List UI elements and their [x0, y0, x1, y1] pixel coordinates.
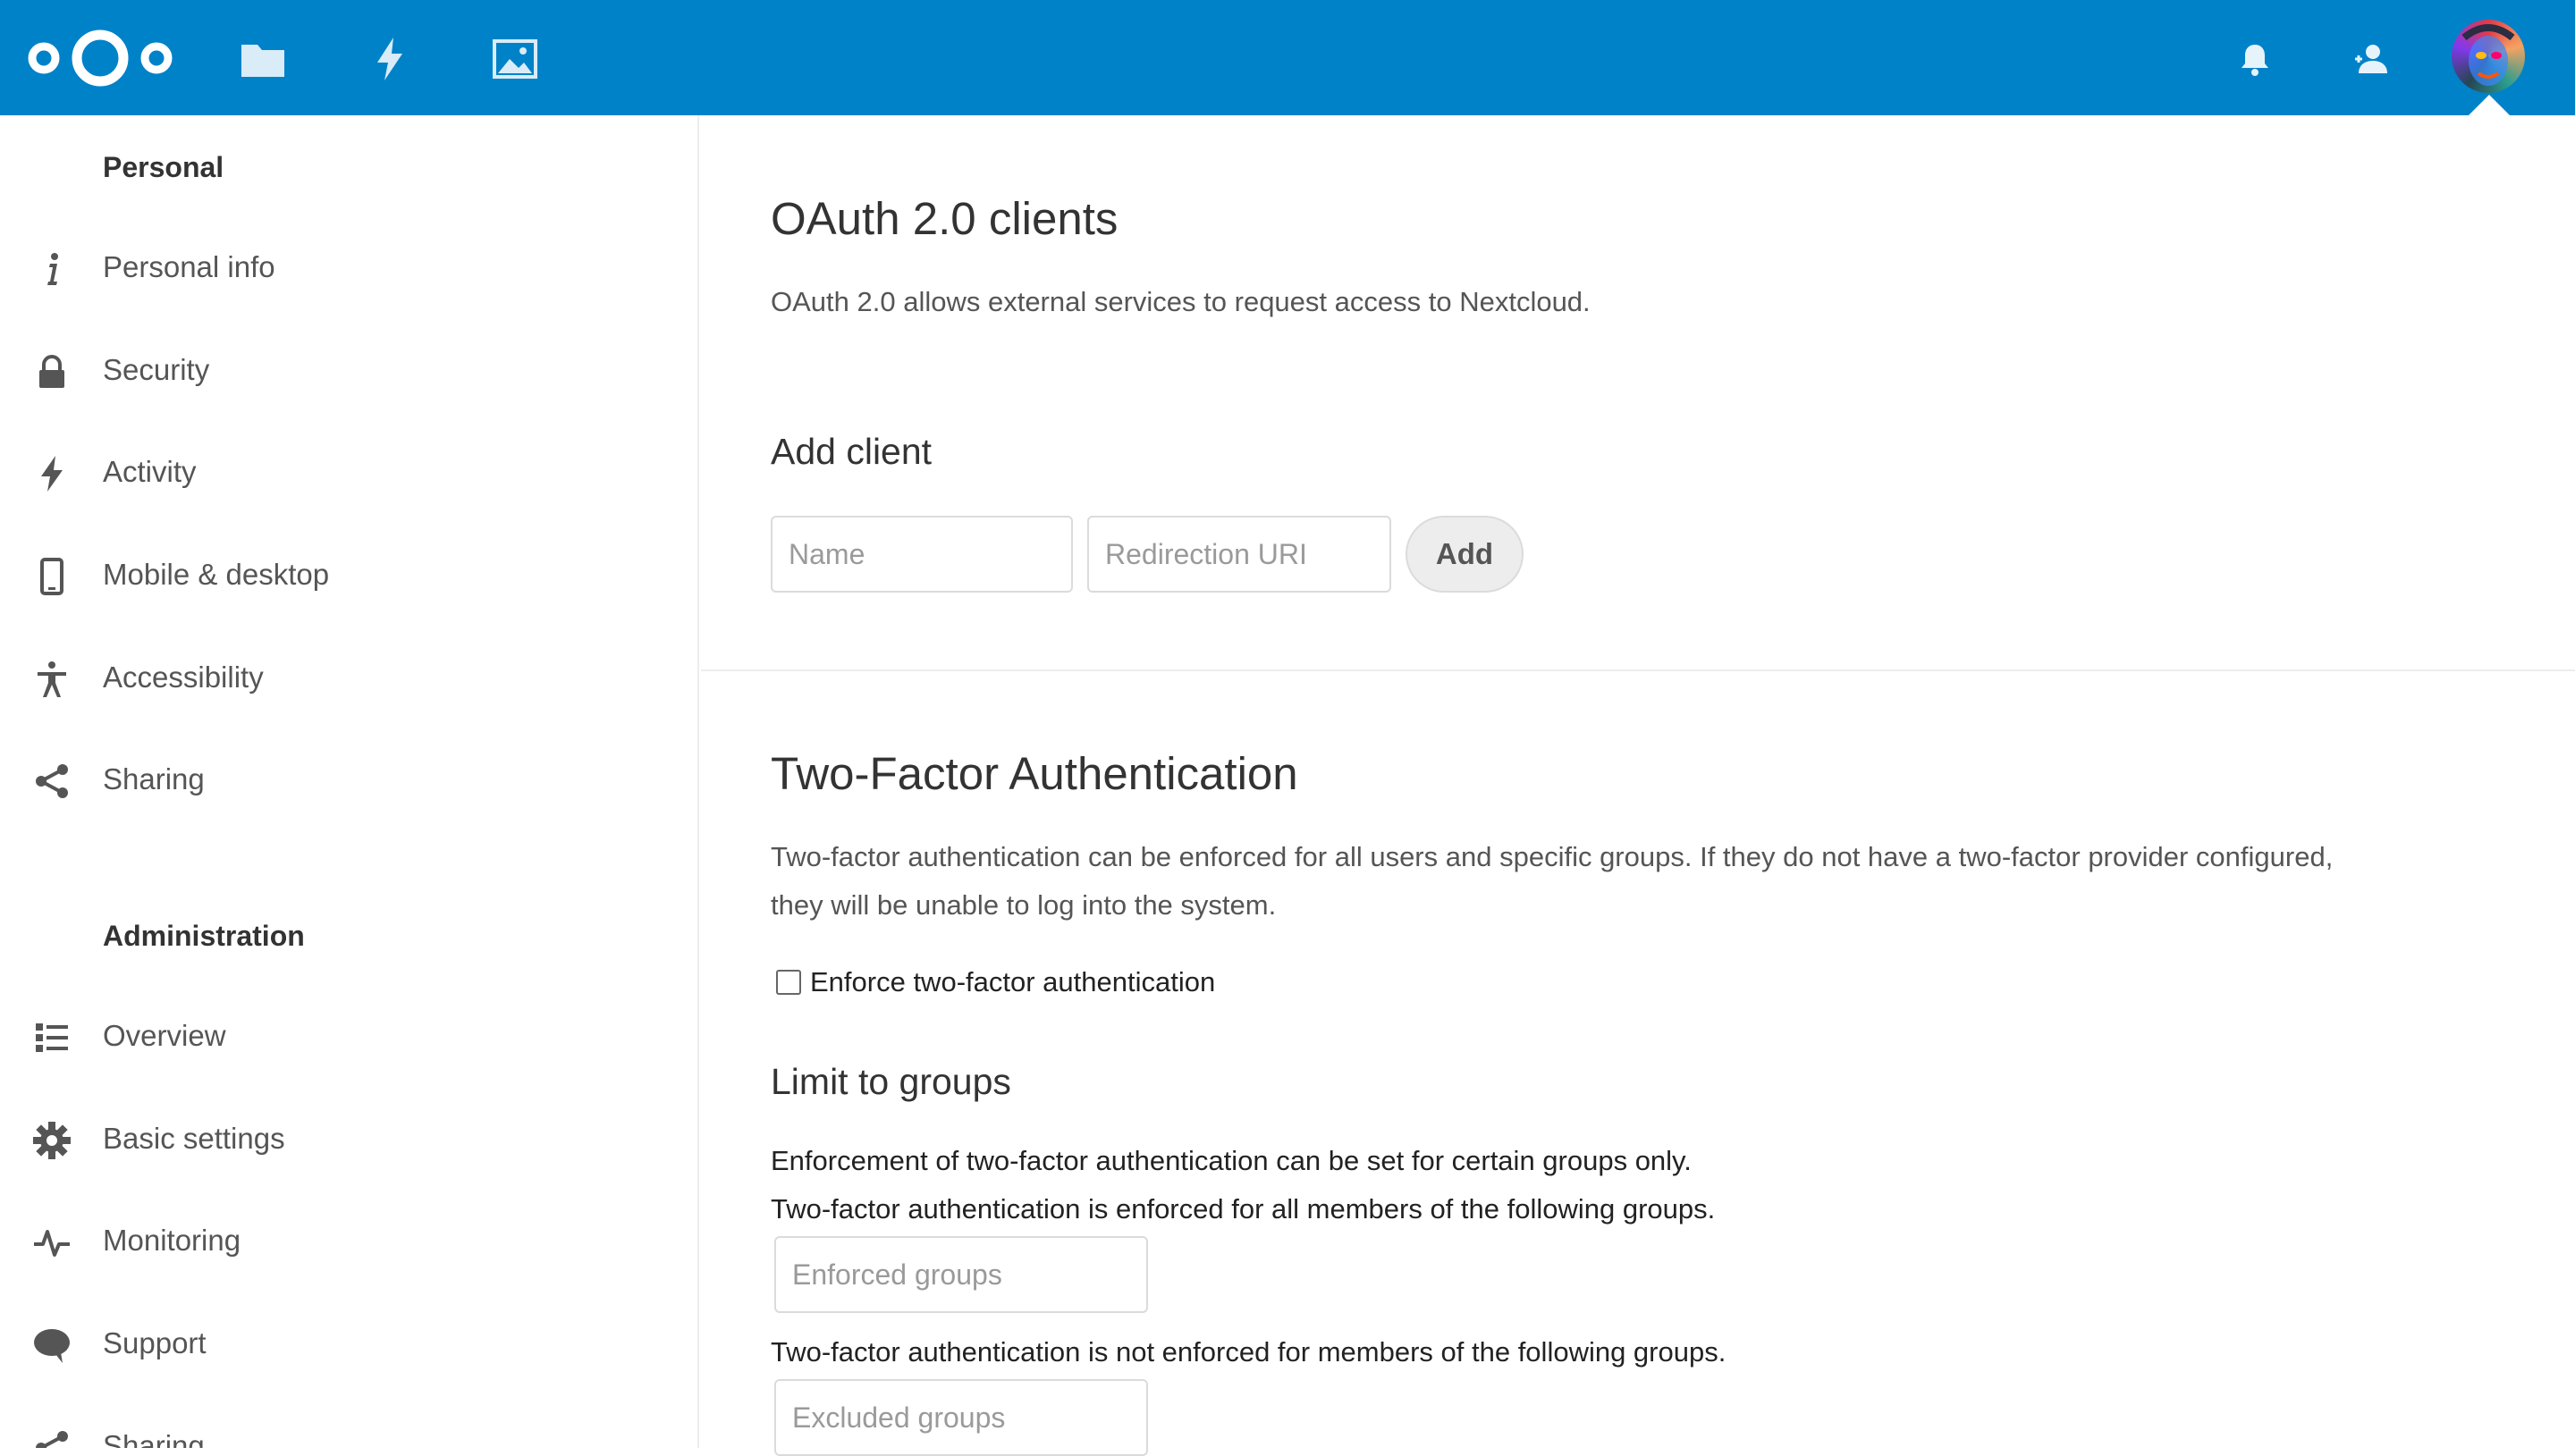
- bell-icon[interactable]: [2235, 39, 2275, 79]
- sidebar-item-overview[interactable]: Overview: [0, 989, 697, 1087]
- sidebar-item-activity[interactable]: Activity: [0, 425, 697, 523]
- enforce-2fa-checkbox[interactable]: [776, 970, 801, 995]
- sidebar-item-monitoring[interactable]: Monitoring: [0, 1193, 697, 1292]
- top-header: [0, 0, 2575, 116]
- folder-icon[interactable]: [238, 34, 288, 84]
- lock-icon: [39, 355, 64, 388]
- section-personal: Personal: [103, 151, 224, 183]
- section-divider: [701, 669, 2575, 671]
- sidebar-item-label: Sharing: [103, 762, 205, 795]
- settings-sidebar: Personal Personal info Security Activity…: [0, 115, 699, 1448]
- limit-groups-text2: Two-factor authentication is enforced fo…: [771, 1193, 1716, 1225]
- sidebar-item-label: Overview: [103, 1019, 226, 1052]
- sidebar-item-personal-info[interactable]: Personal info: [0, 220, 697, 318]
- lightning-icon[interactable]: [365, 34, 415, 84]
- sidebar-item-sharing[interactable]: Sharing: [0, 732, 697, 830]
- client-name-input[interactable]: [771, 516, 1073, 593]
- redirection-uri-input[interactable]: [1087, 516, 1391, 593]
- sidebar-item-support[interactable]: Support: [0, 1296, 697, 1394]
- sidebar-item-basic-settings[interactable]: Basic settings: [0, 1091, 697, 1190]
- excluded-groups-text: Two-factor authentication is not enforce…: [771, 1336, 1727, 1368]
- section-administration: Administration: [103, 920, 305, 952]
- gear-icon: [33, 1122, 71, 1159]
- sidebar-item-security[interactable]: Security: [0, 323, 697, 421]
- sidebar-item-mobile-desktop[interactable]: Mobile & desktop: [0, 527, 697, 626]
- twofa-title: Two-Factor Authentication: [771, 748, 1298, 799]
- list-icon: [36, 1023, 68, 1052]
- twofa-description-line1: Two-factor authentication can be enforce…: [771, 841, 2334, 872]
- sidebar-item-label: Accessibility: [103, 661, 264, 694]
- enforced-groups-input[interactable]: [774, 1236, 1148, 1313]
- main-content: OAuth 2.0 clients OAuth 2.0 allows exter…: [701, 115, 2575, 1456]
- phone-icon: [40, 558, 63, 595]
- sidebar-item-label: Basic settings: [103, 1122, 285, 1155]
- oauth-title: OAuth 2.0 clients: [771, 193, 1119, 244]
- user-avatar[interactable]: [2452, 20, 2525, 93]
- sidebar-item-label: Personal info: [103, 250, 275, 283]
- accessibility-icon: [38, 661, 66, 697]
- add-client-heading: Add client: [771, 431, 933, 472]
- sidebar-item-label: Security: [103, 353, 210, 386]
- sidebar-item-label: Monitoring: [103, 1224, 241, 1257]
- share-icon: [36, 764, 68, 798]
- oauth-description: OAuth 2.0 allows external services to re…: [771, 286, 1591, 317]
- sidebar-item-accessibility[interactable]: Accessibility: [0, 630, 697, 728]
- excluded-groups-input[interactable]: [774, 1379, 1148, 1456]
- menu-caret: [2468, 95, 2511, 116]
- sidebar-item-label: Support: [103, 1326, 207, 1359]
- image-icon[interactable]: [490, 34, 540, 84]
- speech-bubble-icon: [34, 1329, 70, 1363]
- twofa-description-line2: they will be unable to log into the syst…: [771, 889, 1277, 921]
- info-icon: [47, 253, 58, 285]
- sidebar-item-admin-sharing[interactable]: Sharing: [0, 1399, 697, 1448]
- pulse-icon: [34, 1230, 70, 1257]
- enforce-2fa-label[interactable]: Enforce two-factor authentication: [810, 966, 1215, 998]
- sidebar-item-label: Mobile & desktop: [103, 558, 330, 591]
- nextcloud-logo[interactable]: [25, 23, 175, 93]
- contacts-icon[interactable]: [2351, 39, 2391, 79]
- sidebar-item-label: Activity: [103, 455, 197, 488]
- share-icon: [36, 1431, 68, 1448]
- limit-groups-text1: Enforcement of two-factor authentication…: [771, 1145, 1692, 1176]
- sidebar-item-label: Sharing: [103, 1429, 205, 1448]
- lightning-icon: [41, 456, 63, 492]
- add-client-button[interactable]: Add: [1406, 516, 1524, 593]
- limit-groups-heading: Limit to groups: [771, 1061, 1011, 1102]
